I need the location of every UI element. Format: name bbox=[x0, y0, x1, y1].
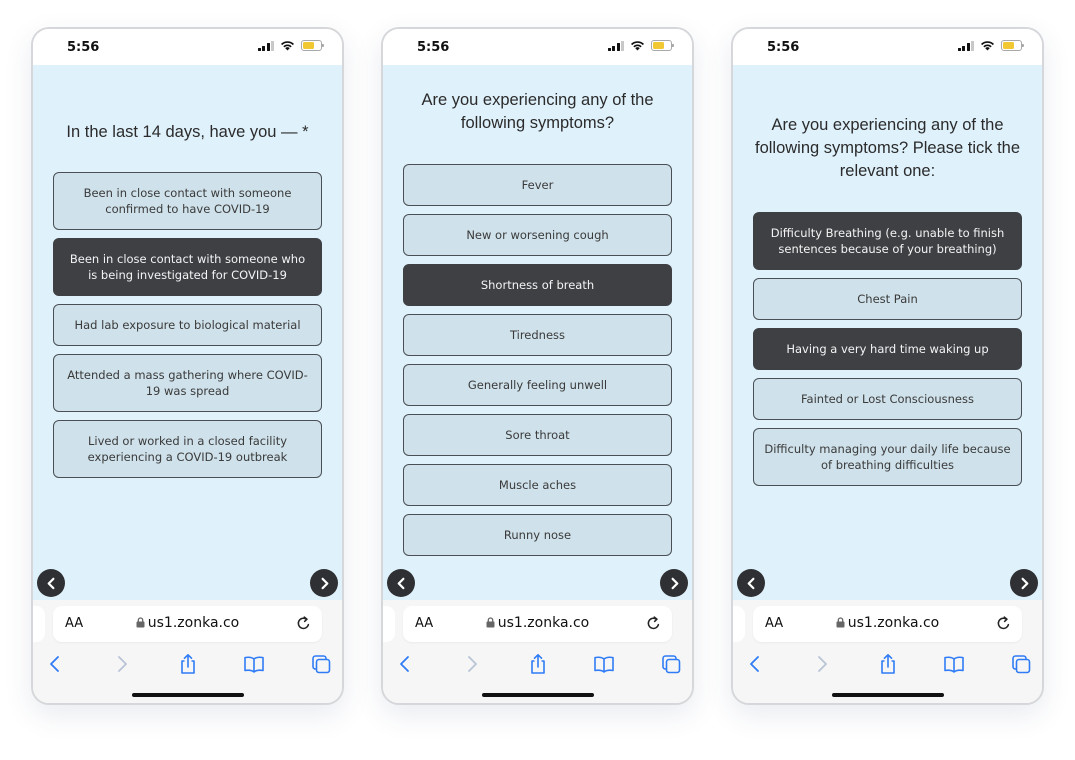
url-text: us1.zonka.co bbox=[847, 615, 940, 631]
bookmarks-icon[interactable] bbox=[243, 653, 265, 675]
forward-icon[interactable] bbox=[111, 653, 133, 675]
reload-icon[interactable] bbox=[295, 615, 312, 632]
survey-content: In the last 14 days, have you — * Been i… bbox=[33, 65, 342, 600]
browser-toolbar bbox=[33, 650, 342, 680]
option-fever[interactable]: Fever bbox=[403, 164, 672, 206]
tabs-icon[interactable] bbox=[660, 653, 682, 675]
status-bar: 5:56 bbox=[383, 29, 692, 65]
share-icon[interactable] bbox=[877, 653, 899, 675]
lock-icon bbox=[486, 617, 495, 628]
chevron-right-icon bbox=[1021, 577, 1028, 589]
next-question-button[interactable] bbox=[660, 569, 688, 597]
address-bar[interactable]: AA us1.zonka.co bbox=[403, 606, 672, 642]
battery-icon bbox=[651, 40, 674, 51]
home-indicator bbox=[481, 693, 594, 697]
option-difficulty-breathing[interactable]: Difficulty Breathing (e.g. unable to fin… bbox=[753, 212, 1022, 270]
share-icon[interactable] bbox=[177, 653, 199, 675]
chevron-left-icon bbox=[397, 577, 404, 589]
phone-screen-2: 5:56 Are you experiencing any of the fol… bbox=[381, 27, 694, 705]
battery-icon bbox=[301, 40, 324, 51]
option-feeling-unwell[interactable]: Generally feeling unwell bbox=[403, 364, 672, 406]
url-text: us1.zonka.co bbox=[147, 615, 240, 631]
browser-toolbar bbox=[383, 650, 692, 680]
forward-icon[interactable] bbox=[811, 653, 833, 675]
previous-question-button[interactable] bbox=[37, 569, 65, 597]
option-mass-gathering[interactable]: Attended a mass gathering where COVID-19… bbox=[53, 354, 322, 412]
status-time: 5:56 bbox=[417, 40, 450, 55]
home-indicator bbox=[131, 693, 244, 697]
phone-screen-3: 5:56 Are you experiencing any of the fol… bbox=[731, 27, 1044, 705]
browser-bar: AA us1.zonka.co bbox=[33, 600, 342, 703]
battery-icon bbox=[1001, 40, 1024, 51]
tabs-icon[interactable] bbox=[1010, 653, 1032, 675]
survey-content: Are you experiencing any of the followin… bbox=[733, 65, 1042, 600]
cellular-signal-icon bbox=[257, 40, 274, 51]
browser-bar: AA us1.zonka.co bbox=[383, 600, 692, 703]
reload-icon[interactable] bbox=[645, 615, 662, 632]
previous-tab-edge[interactable] bbox=[383, 606, 395, 642]
option-close-contact-confirmed[interactable]: Been in close contact with someone confi… bbox=[53, 172, 322, 230]
address-bar[interactable]: AA us1.zonka.co bbox=[753, 606, 1022, 642]
next-question-button[interactable] bbox=[1010, 569, 1038, 597]
cellular-signal-icon bbox=[957, 40, 974, 51]
share-icon[interactable] bbox=[527, 653, 549, 675]
question-text: Are you experiencing any of the followin… bbox=[754, 116, 1021, 180]
lock-icon bbox=[136, 617, 145, 628]
chevron-left-icon bbox=[747, 577, 754, 589]
wifi-icon bbox=[281, 41, 294, 51]
previous-question-button[interactable] bbox=[737, 569, 765, 597]
status-bar: 5:56 bbox=[33, 29, 342, 65]
option-closed-facility[interactable]: Lived or worked in a closed facility exp… bbox=[53, 420, 322, 478]
next-question-button[interactable] bbox=[310, 569, 338, 597]
previous-tab-edge[interactable] bbox=[33, 606, 45, 642]
browser-bar: AA us1.zonka.co bbox=[733, 600, 1042, 703]
option-runny-nose[interactable]: Runny nose bbox=[403, 514, 672, 556]
option-chest-pain[interactable]: Chest Pain bbox=[753, 278, 1022, 320]
option-shortness-of-breath[interactable]: Shortness of breath bbox=[403, 264, 672, 306]
options-list: Been in close contact with someone confi… bbox=[53, 172, 322, 486]
status-time: 5:56 bbox=[767, 40, 800, 55]
home-indicator bbox=[831, 693, 944, 697]
back-icon[interactable] bbox=[744, 653, 766, 675]
option-fainted[interactable]: Fainted or Lost Consciousness bbox=[753, 378, 1022, 420]
forward-icon[interactable] bbox=[461, 653, 483, 675]
back-icon[interactable] bbox=[394, 653, 416, 675]
url-text: us1.zonka.co bbox=[497, 615, 590, 631]
back-icon[interactable] bbox=[44, 653, 66, 675]
status-time: 5:56 bbox=[67, 40, 100, 55]
tabs-icon[interactable] bbox=[310, 653, 332, 675]
option-daily-life-difficulty[interactable]: Difficulty managing your daily life beca… bbox=[753, 428, 1022, 486]
question-text: Are you experiencing any of the followin… bbox=[421, 91, 654, 132]
chevron-left-icon bbox=[47, 577, 54, 589]
lock-icon bbox=[836, 617, 845, 628]
status-bar: 5:56 bbox=[733, 29, 1042, 65]
previous-question-button[interactable] bbox=[387, 569, 415, 597]
option-close-contact-investigated[interactable]: Been in close contact with someone who i… bbox=[53, 238, 322, 296]
option-cough[interactable]: New or worsening cough bbox=[403, 214, 672, 256]
option-sore-throat[interactable]: Sore throat bbox=[403, 414, 672, 456]
bookmarks-icon[interactable] bbox=[943, 653, 965, 675]
survey-content: Are you experiencing any of the followin… bbox=[383, 65, 692, 600]
wifi-icon bbox=[631, 41, 644, 51]
chevron-right-icon bbox=[671, 577, 678, 589]
phone-screen-1: 5:56 In the last 14 days, have you — * B… bbox=[31, 27, 344, 705]
wifi-icon bbox=[981, 41, 994, 51]
option-lab-exposure[interactable]: Had lab exposure to biological material bbox=[53, 304, 322, 346]
reload-icon[interactable] bbox=[995, 615, 1012, 632]
cellular-signal-icon bbox=[607, 40, 624, 51]
options-list: Difficulty Breathing (e.g. unable to fin… bbox=[753, 212, 1022, 494]
address-bar[interactable]: AA us1.zonka.co bbox=[53, 606, 322, 642]
previous-tab-edge[interactable] bbox=[733, 606, 745, 642]
question-text: In the last 14 days, have you — * bbox=[66, 123, 309, 141]
chevron-right-icon bbox=[321, 577, 328, 589]
option-muscle-aches[interactable]: Muscle aches bbox=[403, 464, 672, 506]
option-tiredness[interactable]: Tiredness bbox=[403, 314, 672, 356]
browser-toolbar bbox=[733, 650, 1042, 680]
options-list: Fever New or worsening cough Shortness o… bbox=[403, 164, 672, 564]
bookmarks-icon[interactable] bbox=[593, 653, 615, 675]
option-hard-time-waking[interactable]: Having a very hard time waking up bbox=[753, 328, 1022, 370]
